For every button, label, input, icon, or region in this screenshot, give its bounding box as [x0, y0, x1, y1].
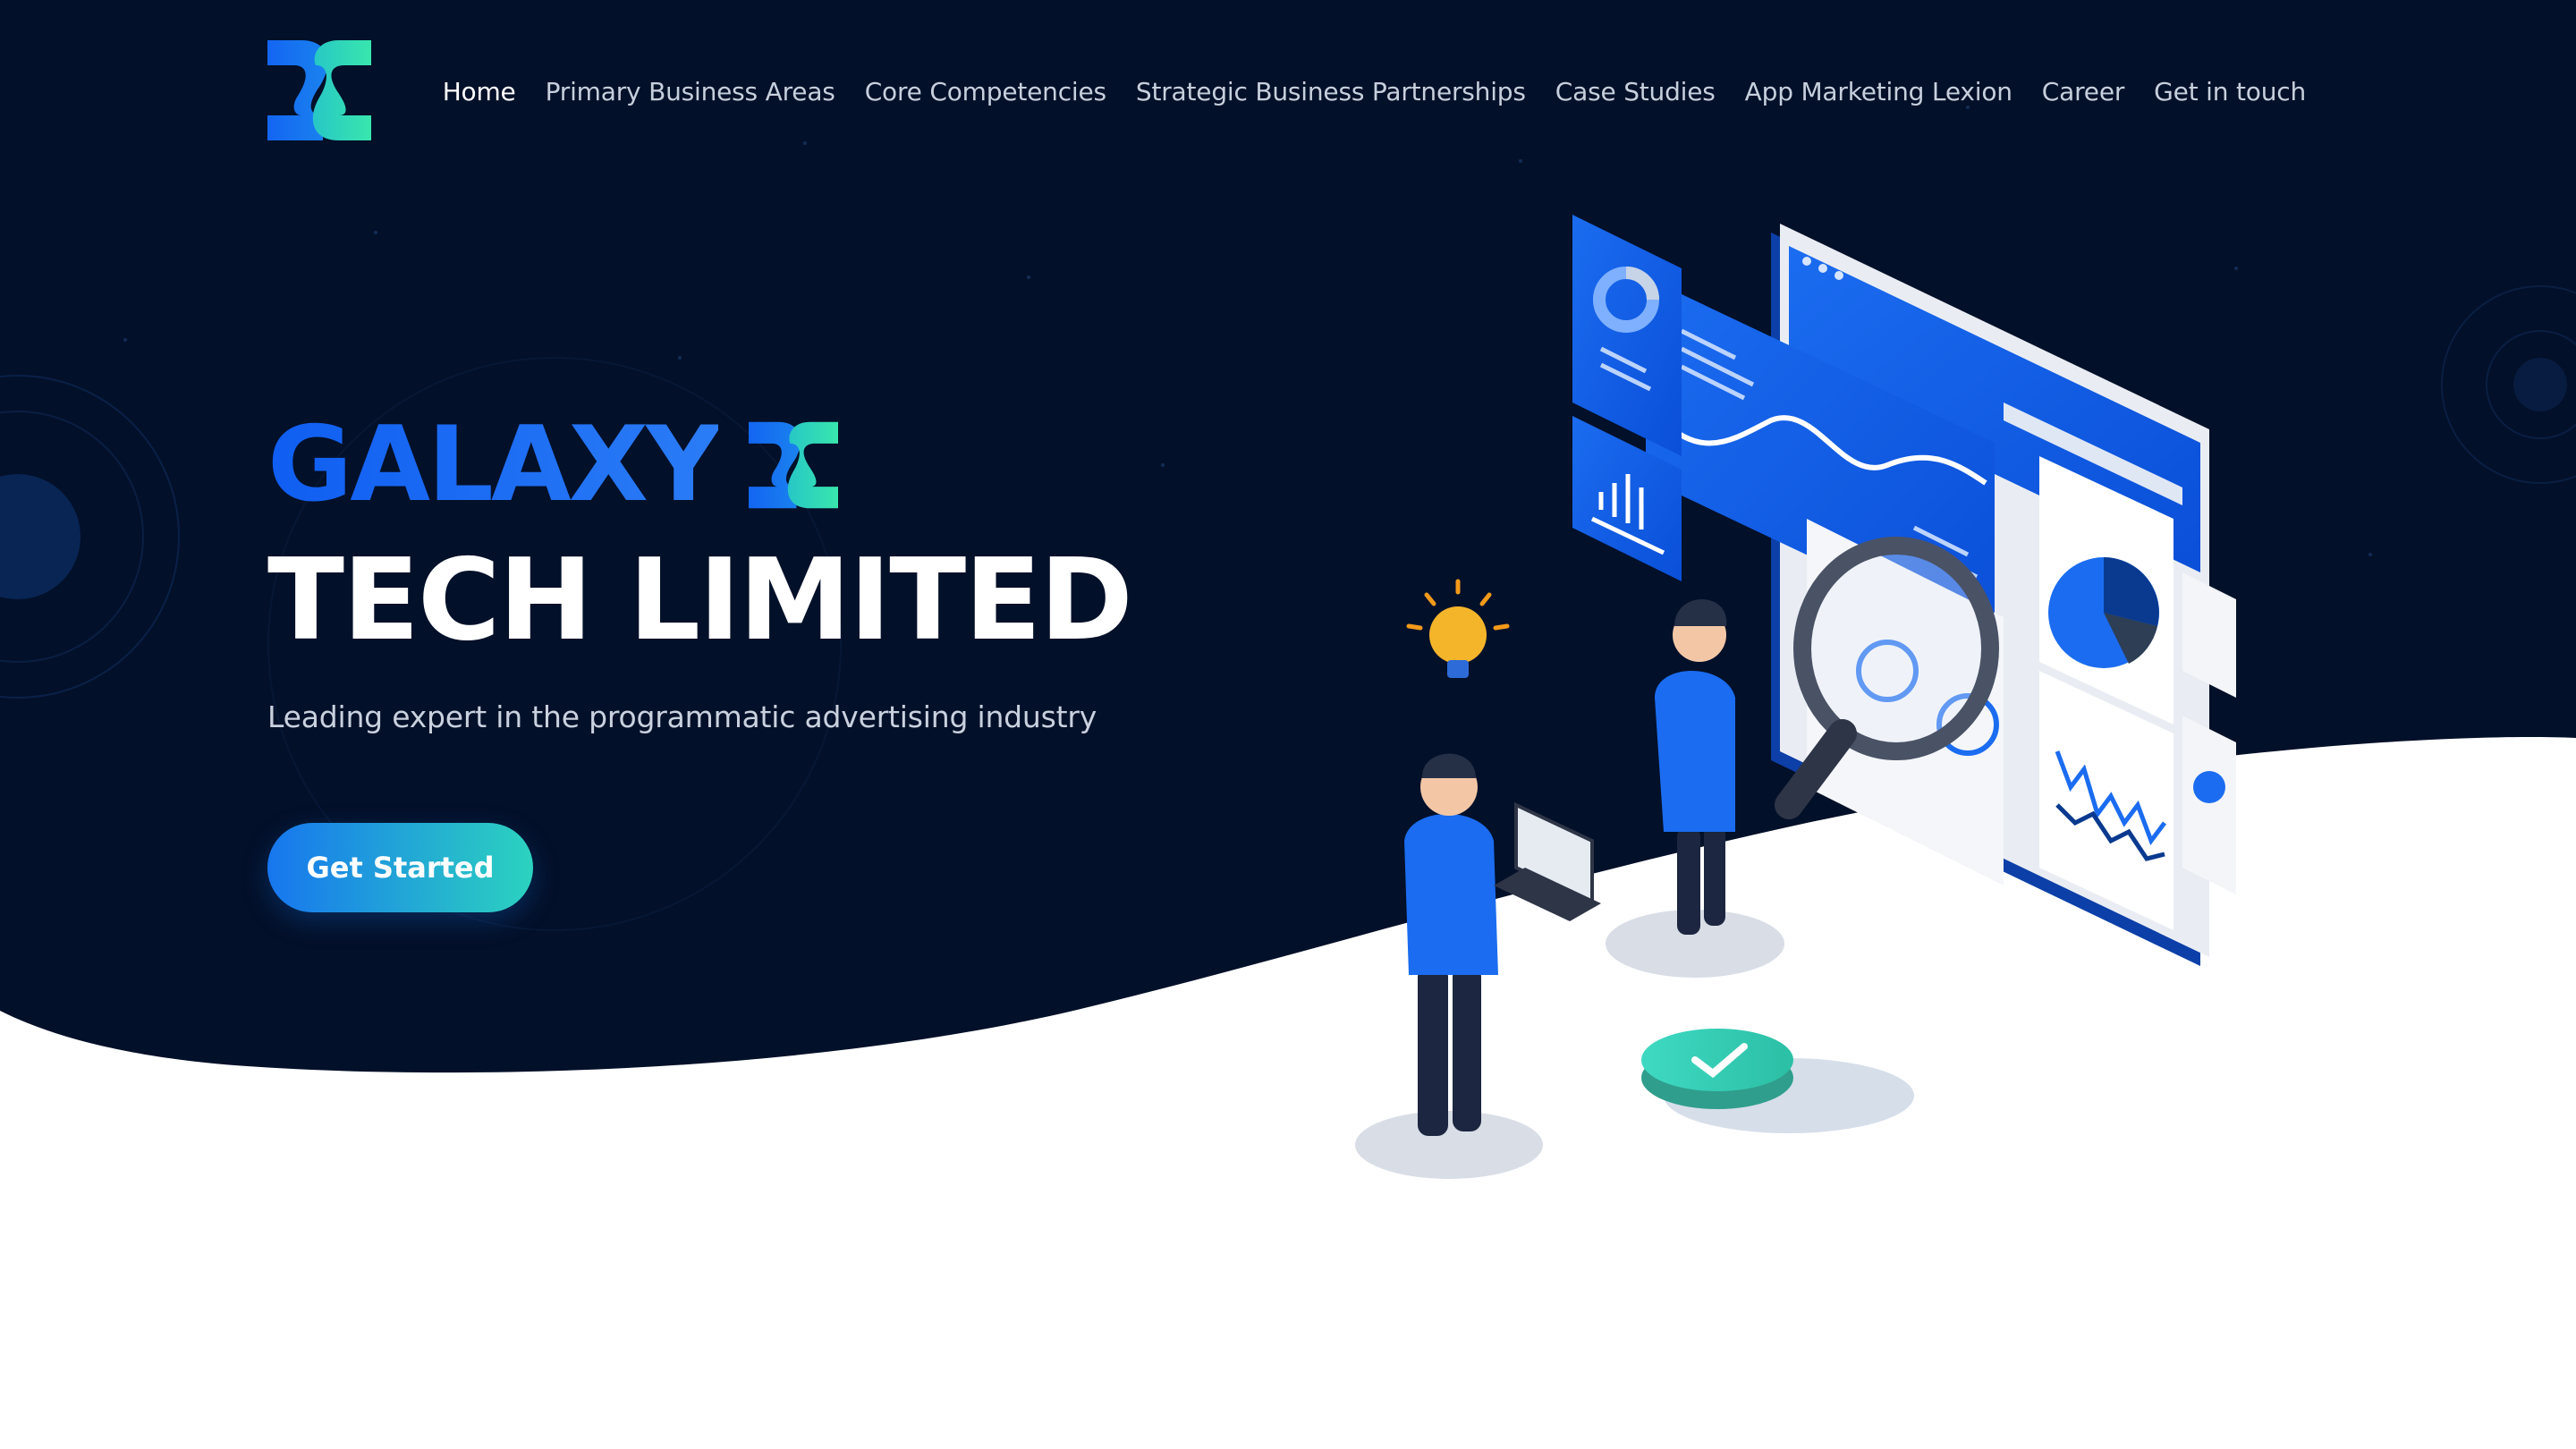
woman-figure	[1606, 599, 1784, 978]
checkmark-icon	[1641, 1029, 1914, 1133]
laptop-icon	[1494, 801, 1601, 921]
nav-item-home[interactable]: Home	[443, 77, 516, 106]
dc-logo-icon[interactable]	[267, 40, 371, 140]
nav-item-core-competencies[interactable]: Core Competencies	[865, 77, 1106, 106]
nav-item-get-in-touch[interactable]: Get in touch	[2154, 77, 2306, 106]
lightbulb-icon	[1406, 579, 1510, 678]
nav-item-app-marketing-lexion[interactable]: App Marketing Lexion	[1745, 77, 2012, 106]
nav-item-strategic-business-partnerships[interactable]: Strategic Business Partnerships	[1136, 77, 1526, 106]
analytics-dashboard-illustration	[1355, 215, 2236, 1179]
get-started-button[interactable]: Get Started	[267, 823, 533, 912]
donut-chart-panel	[1572, 215, 1682, 456]
hero-company-name: TECH LIMITED	[267, 534, 1133, 665]
nav-item-primary-business-areas[interactable]: Primary Business Areas	[546, 77, 835, 106]
landing-page: Home Primary Business Areas Core Compete…	[0, 0, 2576, 1449]
dc-mark-icon	[749, 421, 839, 509]
nav-item-case-studies[interactable]: Case Studies	[1555, 77, 1716, 106]
nav-item-career[interactable]: Career	[2042, 77, 2125, 106]
main-nav: Home Primary Business Areas Core Compete…	[443, 70, 2307, 113]
hero-brand-word: GALAXY	[267, 404, 721, 525]
hero-tagline: Leading expert in the programmatic adver…	[267, 699, 1097, 734]
hero-brand-line: GALAXY	[267, 402, 839, 528]
